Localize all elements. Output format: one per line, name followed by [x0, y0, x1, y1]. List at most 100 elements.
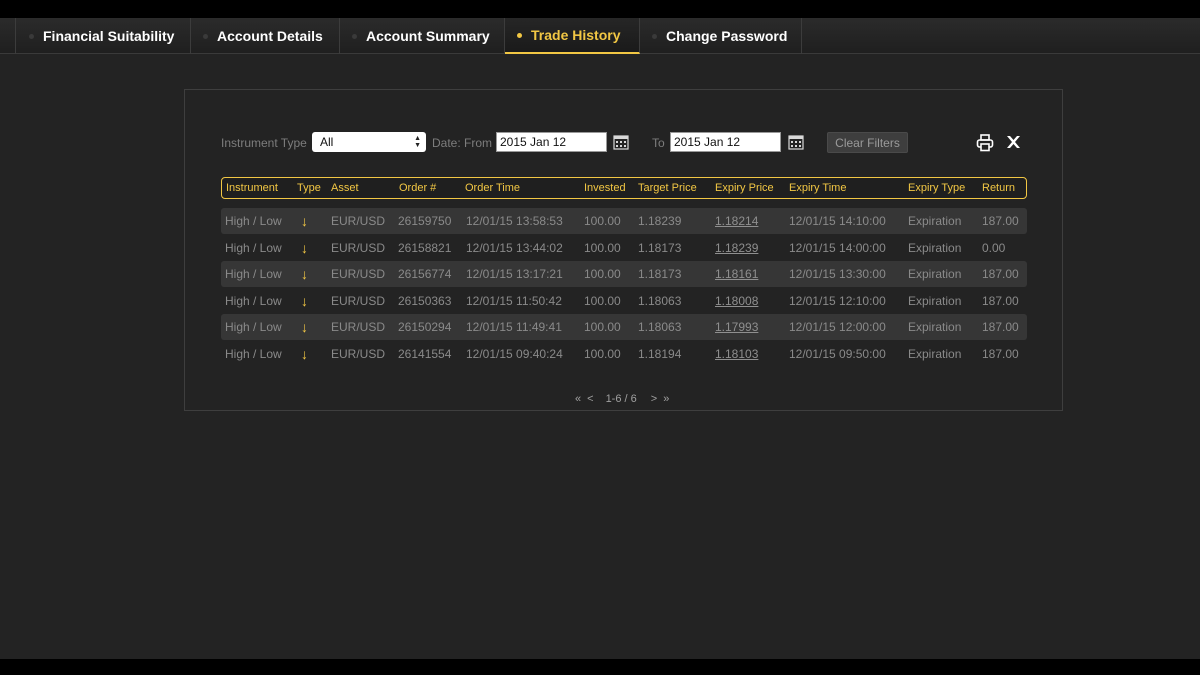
column-header[interactable]: Order # [399, 178, 436, 198]
tab-label: Trade History [531, 27, 621, 43]
cell-instrument: High / Low [225, 240, 282, 255]
tab-bar: Financial Suitability Account Details Ac… [0, 18, 1200, 54]
table-row[interactable]: High / Low ↓ EUR/USD 26150363 12/01/15 1… [221, 288, 1027, 314]
tab-dot [203, 33, 208, 39]
instrument-type-select[interactable]: All ▲ ▼ [312, 132, 426, 152]
cell-expiry-time: 12/01/15 12:00:00 [789, 320, 886, 334]
next-page-button[interactable]: > [651, 393, 657, 405]
cell-expiry-type: Expiration [908, 346, 962, 361]
printer-icon[interactable] [976, 134, 994, 152]
column-header[interactable]: Asset [331, 178, 359, 198]
cell-order: 26156774 [398, 267, 452, 281]
column-header[interactable]: Expiry Price [715, 178, 774, 198]
table-row[interactable]: High / Low ↓ EUR/USD 26159750 12/01/15 1… [221, 208, 1027, 234]
cell-return: 187.00 [982, 320, 1019, 334]
to-date-input[interactable]: 2015 Jan 12 [670, 132, 781, 152]
cell-instrument: High / Low [225, 320, 282, 334]
arrow-down-icon: ↓ [301, 345, 308, 362]
cell-invested: 100.00 [584, 214, 621, 228]
cell-expiry-price-link[interactable]: 1.18161 [715, 261, 758, 287]
tab-label: Account Details [217, 28, 323, 44]
table-row[interactable]: High / Low ↓ EUR/USD 26150294 12/01/15 1… [221, 314, 1027, 340]
column-header[interactable]: Return [982, 178, 1015, 198]
instrument-type-label: Instrument Type [221, 136, 307, 150]
cell-asset: EUR/USD [331, 346, 386, 361]
trade-history-panel: Instrument Type All ▲ ▼ Date: From 2015 J… [184, 89, 1063, 411]
table-row[interactable]: High / Low ↓ EUR/USD 26156774 12/01/15 1… [221, 261, 1027, 287]
cell-expiry-time: 12/01/15 09:50:00 [789, 346, 886, 361]
cell-return: 0.00 [982, 240, 1006, 255]
pagination: « < 1-6 / 6 > » [575, 392, 675, 406]
calendar-icon[interactable] [613, 134, 629, 150]
column-header[interactable]: Target Price [638, 178, 697, 198]
arrow-down-icon: ↓ [301, 213, 308, 229]
cell-expiry-time: 12/01/15 14:10:00 [789, 214, 886, 228]
cell-target-price: 1.18194 [638, 346, 682, 361]
column-header[interactable]: Expiry Type [908, 178, 965, 198]
column-header[interactable]: Type [297, 178, 321, 198]
cell-expiry-price-link[interactable]: 1.18008 [715, 288, 758, 314]
cell-order: 26159750 [398, 214, 452, 228]
cell-expiry-type: Expiration [908, 267, 962, 281]
cell-order-time: 12/01/15 13:58:53 [466, 214, 563, 228]
cell-instrument: High / Low [225, 346, 282, 361]
tab-label: Account Summary [366, 28, 490, 44]
cell-expiry-price-link[interactable]: 1.18214 [715, 208, 758, 234]
instrument-type-value: All [320, 135, 334, 149]
column-header[interactable]: Instrument [226, 178, 278, 198]
cell-expiry-time: 12/01/15 13:30:00 [789, 267, 886, 281]
tab-dot [517, 32, 522, 38]
cell-order-time: 12/01/15 13:44:02 [466, 240, 563, 255]
table-row[interactable]: High / Low ↓ EUR/USD 26141554 12/01/15 0… [221, 341, 1027, 367]
cell-target-price: 1.18063 [638, 320, 682, 334]
prev-page-button[interactable]: < [587, 393, 593, 405]
cell-expiry-price-link[interactable]: 1.17993 [715, 314, 758, 340]
cell-return: 187.00 [982, 346, 1019, 361]
from-label: From [464, 136, 492, 150]
excel-export-icon[interactable] [1005, 134, 1021, 150]
tab-bar-spacer [0, 18, 16, 54]
cell-target-price: 1.18063 [638, 293, 682, 308]
cell-target-price: 1.18173 [638, 267, 682, 281]
cell-invested: 100.00 [584, 267, 621, 281]
cell-order-time: 12/01/15 13:17:21 [466, 267, 563, 281]
cell-expiry-type: Expiration [908, 214, 962, 228]
cell-expiry-time: 12/01/15 14:00:00 [789, 240, 886, 255]
cell-asset: EUR/USD [331, 214, 386, 228]
calendar-icon[interactable] [788, 134, 804, 150]
cell-asset: EUR/USD [331, 267, 386, 281]
cell-expiry-type: Expiration [908, 293, 962, 308]
column-header[interactable]: Invested [584, 178, 626, 198]
cell-asset: EUR/USD [331, 293, 386, 308]
clear-filters-button[interactable]: Clear Filters [827, 132, 908, 153]
cell-instrument: High / Low [225, 293, 282, 308]
cell-order-time: 12/01/15 11:49:41 [466, 320, 562, 334]
cell-asset: EUR/USD [331, 240, 386, 255]
cell-order: 26150363 [398, 293, 452, 308]
cell-expiry-price-link[interactable]: 1.18103 [715, 341, 758, 367]
last-page-button[interactable]: » [663, 393, 669, 405]
tab-label: Financial Suitability [43, 28, 175, 44]
select-arrows-icon: ▲ ▼ [414, 135, 421, 149]
tab-account-details[interactable]: Account Details [191, 18, 340, 54]
column-header[interactable]: Expiry Time [789, 178, 846, 198]
arrow-down-icon: ↓ [301, 292, 308, 309]
cell-order: 26141554 [398, 346, 452, 361]
tab-financial-suitability[interactable]: Financial Suitability [17, 18, 191, 54]
cell-return: 187.00 [982, 214, 1019, 228]
arrow-down-icon: ↓ [301, 266, 308, 282]
tab-trade-history[interactable]: Trade History [505, 18, 640, 54]
cell-expiry-type: Expiration [908, 320, 962, 334]
tab-change-password[interactable]: Change Password [640, 18, 802, 54]
column-header[interactable]: Order Time [465, 178, 520, 198]
arrow-down-icon: ↓ [301, 319, 308, 335]
from-date-input[interactable]: 2015 Jan 12 [496, 132, 607, 152]
cell-invested: 100.00 [584, 320, 621, 334]
cell-order-time: 12/01/15 09:40:24 [466, 346, 563, 361]
arrow-down-icon: ↓ [301, 239, 308, 256]
tab-account-summary[interactable]: Account Summary [340, 18, 505, 54]
tab-dot [352, 33, 357, 39]
table-row[interactable]: High / Low ↓ EUR/USD 26158821 12/01/15 1… [221, 235, 1027, 261]
cell-expiry-price-link[interactable]: 1.18239 [715, 235, 758, 261]
first-page-button[interactable]: « [575, 393, 581, 405]
